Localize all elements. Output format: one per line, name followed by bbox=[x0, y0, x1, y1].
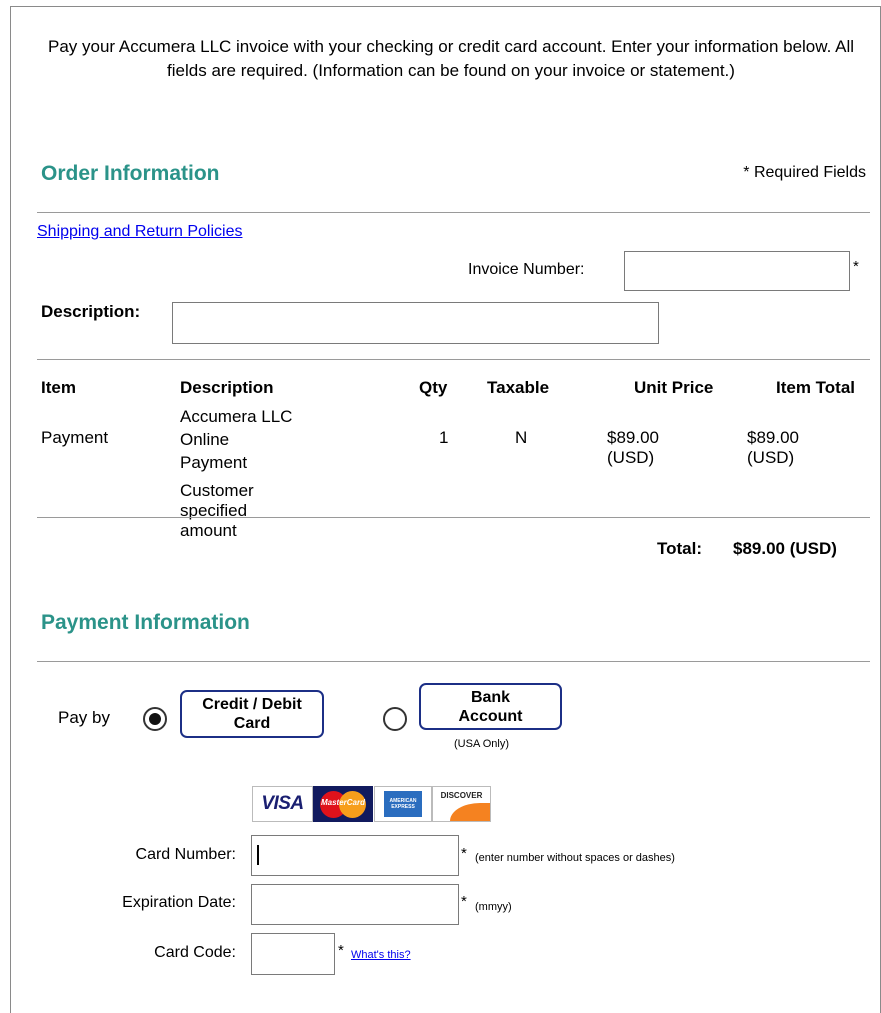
row-description-line: Online bbox=[180, 430, 230, 449]
row-description-line: Accumera LLC bbox=[180, 407, 293, 426]
order-information-title: Order Information bbox=[41, 162, 220, 185]
expiration-hint: (mmyy) bbox=[475, 901, 512, 913]
text-cursor bbox=[257, 845, 259, 865]
invoice-number-input[interactable] bbox=[624, 251, 850, 291]
card-code-input[interactable] bbox=[251, 933, 335, 975]
invoice-number-label: Invoice Number: bbox=[468, 261, 585, 278]
bank-button-line: Bank bbox=[470, 688, 511, 706]
total-value: $89.00 (USD) bbox=[733, 539, 837, 558]
column-header-description: Description bbox=[180, 378, 274, 397]
row-unit-price: $89.00 (USD) bbox=[607, 428, 659, 467]
credit-button-line: Card bbox=[233, 715, 271, 732]
column-header-taxable: Taxable bbox=[487, 378, 550, 397]
row-taxable: N bbox=[515, 428, 528, 447]
shipping-return-policies-link[interactable]: Shipping and Return Policies bbox=[37, 223, 242, 241]
visa-logo-icon: VISA bbox=[252, 786, 313, 822]
card-code-label: Card Code: bbox=[154, 944, 236, 961]
whats-this-link[interactable]: What's this? bbox=[351, 949, 411, 961]
mastercard-logo-icon: MasterCard bbox=[313, 786, 373, 822]
divider bbox=[37, 359, 870, 360]
required-star: * bbox=[461, 845, 467, 862]
total-label: Total: bbox=[657, 539, 703, 558]
description-input[interactable] bbox=[172, 302, 659, 344]
discover-logo-icon: DISCOVER bbox=[432, 786, 491, 822]
card-number-hint: (enter number without spaces or dashes) bbox=[475, 852, 675, 864]
radio-selected-dot bbox=[149, 713, 161, 725]
card-number-input[interactable] bbox=[251, 835, 459, 876]
description-label: Description: bbox=[41, 302, 141, 321]
credit-button-line: Credit / Debit bbox=[202, 696, 302, 713]
bank-account-button[interactable]: Bank Account bbox=[419, 683, 562, 730]
required-fields-note: * Required Fields bbox=[743, 164, 866, 181]
usa-only-note: (USA Only) bbox=[454, 738, 510, 750]
intro-text: Pay your Accumera LLC invoice with your … bbox=[48, 37, 854, 80]
required-star: * bbox=[461, 893, 467, 910]
bank-button-line: Account bbox=[458, 707, 523, 725]
row-description: Accumera LLC Online Payment bbox=[180, 405, 380, 474]
bank-account-radio[interactable] bbox=[383, 707, 407, 731]
card-number-label: Card Number: bbox=[135, 846, 236, 863]
row-item: Payment bbox=[41, 428, 109, 447]
row-qty: 1 bbox=[439, 428, 449, 447]
divider bbox=[37, 517, 870, 518]
credit-card-radio[interactable] bbox=[143, 707, 167, 731]
required-star: * bbox=[338, 942, 344, 959]
expiration-date-input[interactable] bbox=[251, 884, 459, 925]
pay-by-label: Pay by bbox=[58, 708, 110, 727]
payment-information-title: Payment Information bbox=[41, 611, 250, 634]
column-header-qty: Qty bbox=[419, 378, 448, 397]
column-header-item-total: Item Total bbox=[776, 378, 856, 397]
amex-logo-icon: AMERICAN EXPRESS bbox=[374, 786, 432, 822]
row-item-total: $89.00 (USD) bbox=[747, 428, 799, 467]
expiration-date-label: Expiration Date: bbox=[122, 894, 236, 911]
required-star: * bbox=[853, 258, 859, 275]
row-description-line: Payment bbox=[180, 453, 248, 472]
credit-debit-card-button[interactable]: Credit / Debit Card bbox=[180, 690, 324, 738]
column-header-item: Item bbox=[41, 378, 76, 397]
divider bbox=[37, 212, 870, 213]
column-header-unit-price: Unit Price bbox=[634, 378, 714, 397]
row-note: Customer specified amount bbox=[180, 481, 254, 540]
divider bbox=[37, 661, 870, 662]
